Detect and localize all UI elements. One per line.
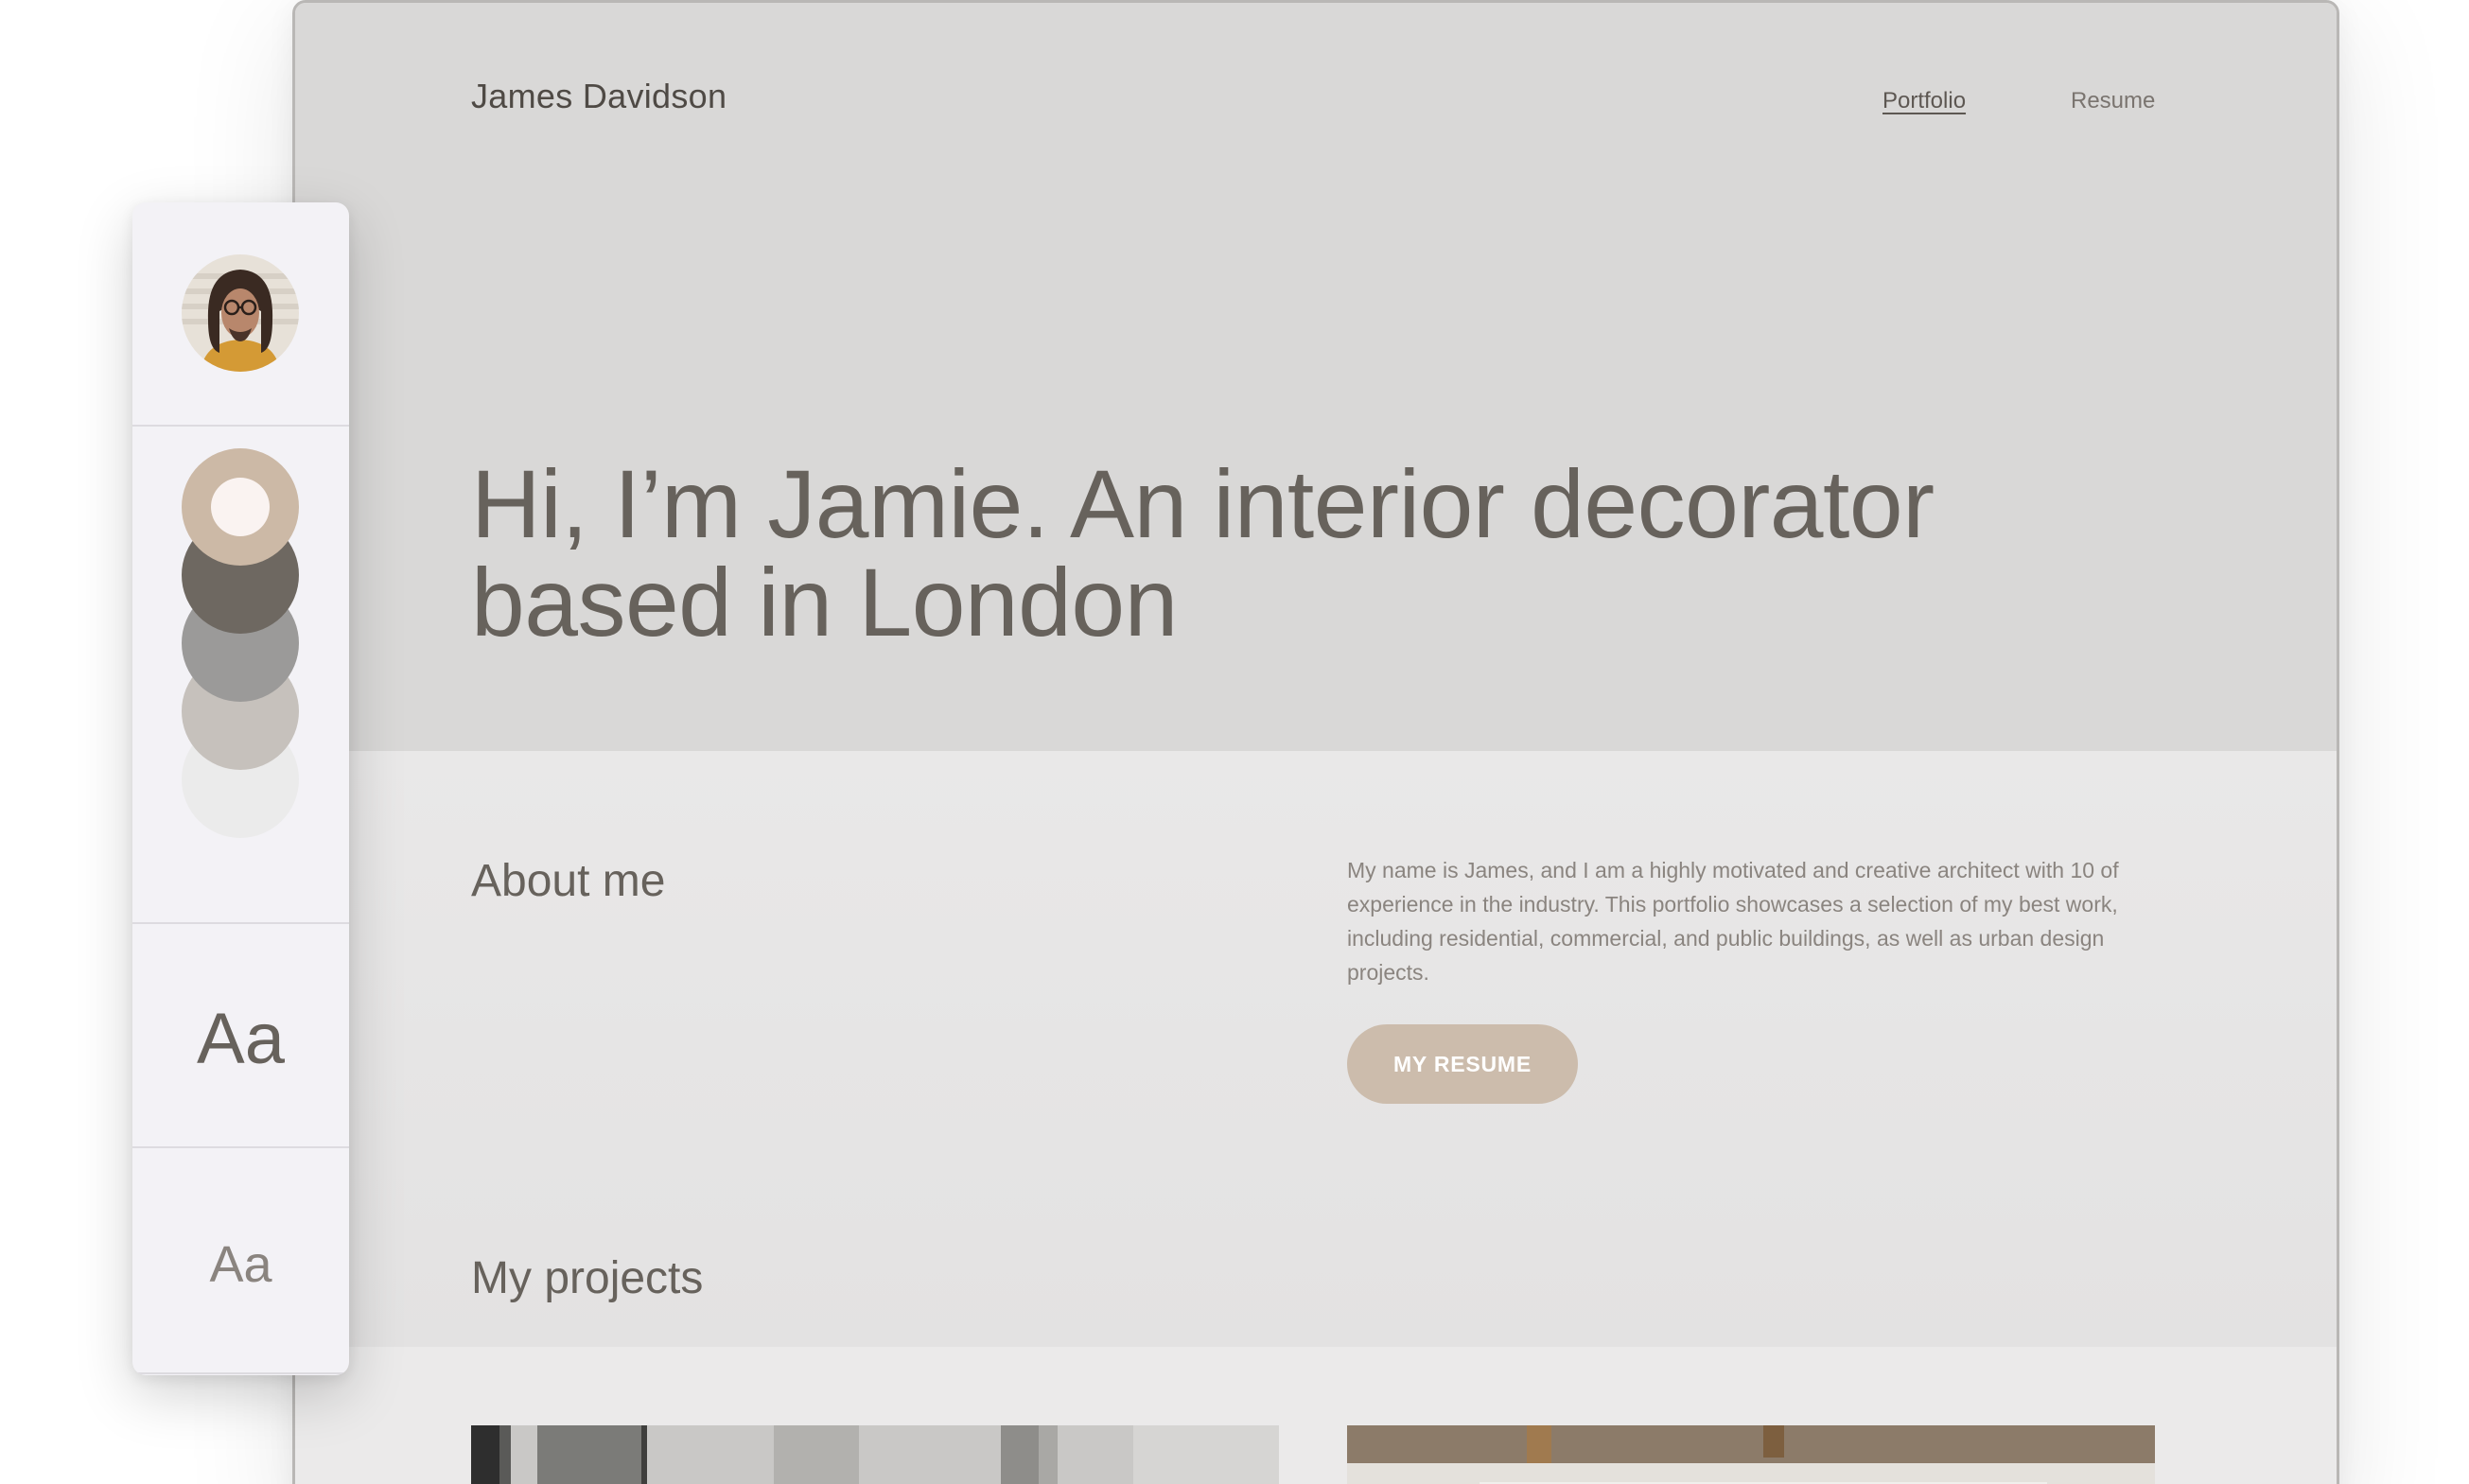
body-font-sample[interactable]: Aa [132, 1235, 349, 1294]
theme-panel: Aa Aa [132, 202, 349, 1375]
project-image-1 [471, 1425, 1279, 1484]
site-preview-window: James Davidson Portfolio Resume Hi, I’m … [292, 0, 2339, 1484]
hero-title-line-1: Hi, I’m Jamie. An interior decorator [471, 450, 1935, 558]
hero-title: Hi, I’m Jamie. An interior decorator bas… [471, 455, 2268, 652]
color-palette-section [132, 427, 349, 924]
selected-indicator [211, 478, 270, 536]
projects-section [295, 1347, 2337, 1484]
about-heading: About me [471, 856, 666, 906]
avatar-image [182, 254, 299, 372]
project-thumbnail-1[interactable] [471, 1425, 1279, 1484]
nav-link-portfolio[interactable]: Portfolio [1882, 88, 1966, 114]
color-swatch-1-selected[interactable] [182, 448, 299, 566]
heading-font-section: Aa [132, 924, 349, 1148]
about-section: About me My name is James, and I am a hi… [295, 751, 2337, 1347]
canvas: James Davidson Portfolio Resume Hi, I’m … [0, 0, 2469, 1484]
hero-title-line-2: based in London [471, 549, 1178, 656]
projects-heading: My projects [471, 1253, 704, 1303]
project-thumbnail-2[interactable] [1347, 1425, 2155, 1484]
avatar[interactable] [182, 254, 299, 372]
hero-section: James Davidson Portfolio Resume Hi, I’m … [295, 3, 2337, 751]
project-image-2 [1347, 1425, 2155, 1484]
body-font-section: Aa [132, 1148, 349, 1374]
nav-link-resume[interactable]: Resume [2071, 88, 2155, 114]
about-text: My name is James, and I am a highly moti… [1347, 858, 2119, 985]
site-brand[interactable]: James Davidson [471, 77, 727, 116]
panel-avatar-section [132, 202, 349, 427]
heading-font-sample[interactable]: Aa [132, 998, 349, 1080]
my-resume-button[interactable]: MY RESUME [1347, 1024, 1578, 1104]
